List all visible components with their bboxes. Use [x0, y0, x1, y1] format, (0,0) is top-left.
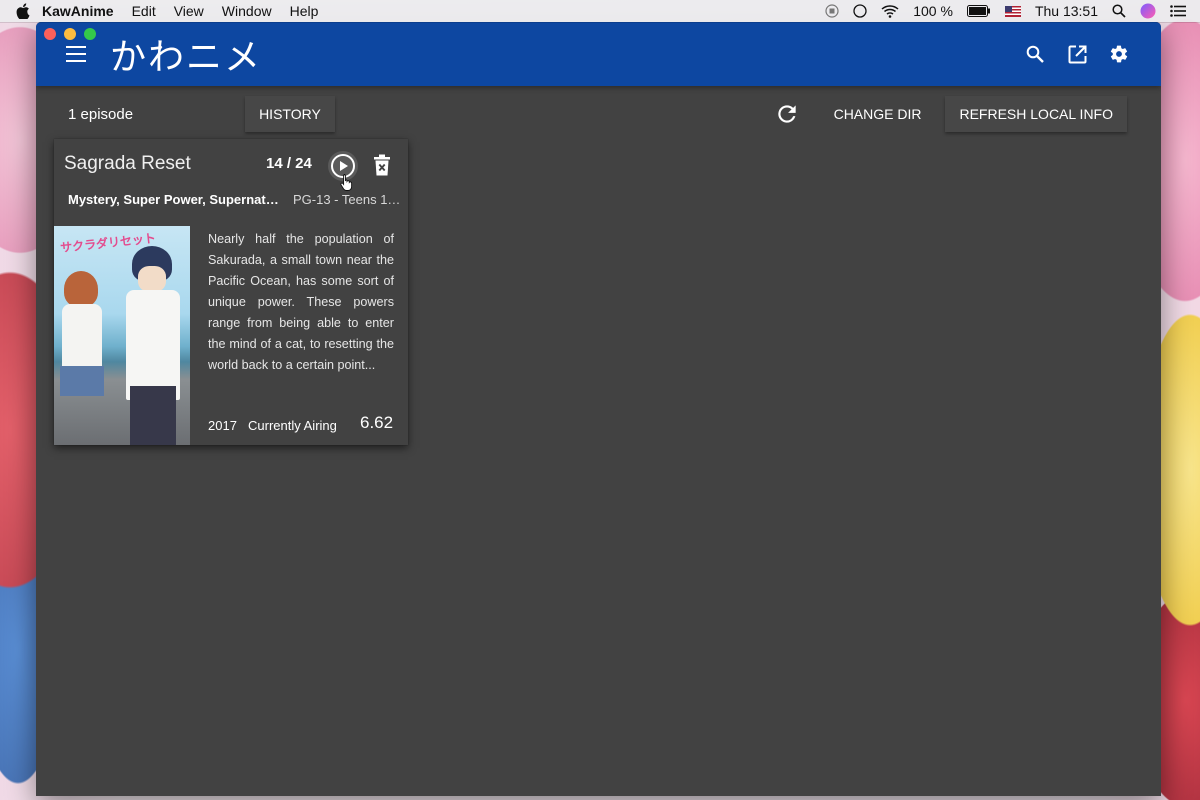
card-rating: PG-13 - Teens 13 or older: [293, 192, 401, 207]
spotlight-icon[interactable]: [1112, 4, 1126, 18]
poster-figure: [64, 271, 98, 307]
close-window-button[interactable]: [44, 28, 56, 40]
wifi-icon[interactable]: [881, 4, 899, 18]
macos-menubar: KawAnime Edit View Window Help 100 % Thu…: [0, 0, 1200, 22]
siri-icon[interactable]: [1140, 3, 1156, 19]
hamburger-icon[interactable]: [66, 46, 86, 62]
poster-figure: [138, 266, 166, 292]
history-button[interactable]: HISTORY: [245, 96, 335, 132]
card-description: Nearly half the population of Sakurada, …: [208, 232, 394, 372]
battery-percent: 100 %: [913, 3, 953, 19]
anime-poster[interactable]: サクラダリセット: [54, 226, 190, 445]
window-controls: [44, 28, 96, 40]
notification-center-icon[interactable]: [1170, 5, 1186, 17]
circle-status-icon[interactable]: [853, 4, 867, 18]
delete-button[interactable]: [372, 153, 392, 177]
refresh-icon[interactable]: [774, 101, 800, 127]
delete-icon: [374, 154, 390, 176]
menubar-status-area: 100 % Thu 13:51: [825, 3, 1200, 19]
card-title: Sagrada Reset: [64, 153, 191, 174]
menu-view[interactable]: View: [174, 3, 204, 19]
app-window: かわニメ 1 episode HISTORY CHANGE DIR REFRES…: [36, 22, 1161, 796]
poster-figure: [62, 304, 102, 374]
card-year: 2017: [208, 418, 237, 433]
zoom-window-button[interactable]: [84, 28, 96, 40]
menubar-clock[interactable]: Thu 13:51: [1035, 3, 1098, 19]
menu-app-name[interactable]: KawAnime: [42, 3, 114, 19]
battery-icon[interactable]: [966, 5, 991, 17]
card-airing-status: Currently Airing: [248, 418, 337, 433]
us-flag-icon[interactable]: [1004, 5, 1021, 17]
anime-card: Sagrada Reset 14 / 24 Mystery, Super Pow…: [54, 139, 408, 445]
card-genres: Mystery, Super Power, Supernatural: [68, 192, 280, 207]
apple-icon[interactable]: [16, 3, 30, 19]
poster-figure: [130, 386, 176, 445]
card-score: 6.62: [360, 413, 394, 432]
poster-figure: [60, 366, 104, 396]
search-icon[interactable]: [1025, 44, 1045, 64]
menu-window[interactable]: Window: [222, 3, 272, 19]
open-external-icon[interactable]: [1067, 44, 1087, 64]
toolbar-right-actions: CHANGE DIR REFRESH LOCAL INFO: [774, 96, 1161, 132]
change-dir-button[interactable]: CHANGE DIR: [820, 96, 936, 132]
record-icon[interactable]: [825, 4, 839, 18]
toolbar-actions: [1025, 44, 1161, 64]
episode-progress: 14 / 24: [266, 155, 312, 172]
minimize-window-button[interactable]: [64, 28, 76, 40]
episode-count: 1 episode: [68, 105, 134, 123]
settings-icon[interactable]: [1109, 44, 1129, 64]
mouse-cursor-icon: [340, 174, 353, 191]
menu-edit[interactable]: Edit: [132, 3, 156, 19]
menu-help[interactable]: Help: [290, 3, 319, 19]
refresh-local-info-button[interactable]: REFRESH LOCAL INFO: [945, 96, 1127, 132]
app-toolbar: かわニメ: [36, 22, 1161, 86]
local-toolbar: 1 episode HISTORY CHANGE DIR REFRESH LOC…: [36, 94, 1161, 134]
poster-figure: [126, 290, 180, 400]
app-title: かわニメ: [110, 37, 263, 78]
